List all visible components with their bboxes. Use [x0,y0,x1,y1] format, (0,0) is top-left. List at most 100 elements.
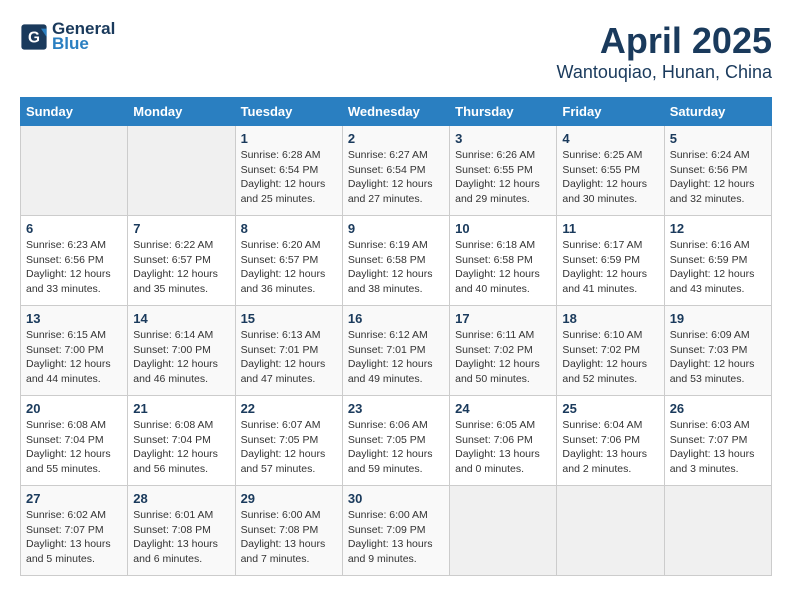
day-number: 16 [348,311,444,326]
cell-info: Sunrise: 6:05 AM Sunset: 7:06 PM Dayligh… [455,418,551,477]
calendar-cell: 25 Sunrise: 6:04 AM Sunset: 7:06 PM Dayli… [557,396,664,486]
day-number: 12 [670,221,766,236]
day-number: 23 [348,401,444,416]
calendar-cell: 5 Sunrise: 6:24 AM Sunset: 6:56 PM Daylig… [664,126,771,216]
cell-info: Sunrise: 6:00 AM Sunset: 7:09 PM Dayligh… [348,508,444,567]
calendar-cell: 1 Sunrise: 6:28 AM Sunset: 6:54 PM Daylig… [235,126,342,216]
weekday-header: Sunday [21,98,128,126]
day-number: 17 [455,311,551,326]
cell-info: Sunrise: 6:12 AM Sunset: 7:01 PM Dayligh… [348,328,444,387]
day-number: 1 [241,131,337,146]
cell-info: Sunrise: 6:15 AM Sunset: 7:00 PM Dayligh… [26,328,122,387]
weekday-header: Friday [557,98,664,126]
cell-info: Sunrise: 6:26 AM Sunset: 6:55 PM Dayligh… [455,148,551,207]
day-number: 5 [670,131,766,146]
calendar-cell: 29 Sunrise: 6:00 AM Sunset: 7:08 PM Dayli… [235,486,342,576]
cell-info: Sunrise: 6:13 AM Sunset: 7:01 PM Dayligh… [241,328,337,387]
cell-info: Sunrise: 6:27 AM Sunset: 6:54 PM Dayligh… [348,148,444,207]
calendar-cell: 16 Sunrise: 6:12 AM Sunset: 7:01 PM Dayli… [342,306,449,396]
calendar-cell: 14 Sunrise: 6:14 AM Sunset: 7:00 PM Dayli… [128,306,235,396]
calendar-cell: 21 Sunrise: 6:08 AM Sunset: 7:04 PM Dayli… [128,396,235,486]
calendar-cell: 10Sunrise: 6:18 AM Sunset: 6:58 PM Dayli… [450,216,557,306]
calendar-cell: 3Sunrise: 6:26 AM Sunset: 6:55 PM Daylig… [450,126,557,216]
day-number: 26 [670,401,766,416]
cell-info: Sunrise: 6:23 AM Sunset: 6:56 PM Dayligh… [26,238,122,297]
cell-info: Sunrise: 6:28 AM Sunset: 6:54 PM Dayligh… [241,148,337,207]
weekday-header: Thursday [450,98,557,126]
weekday-header: Tuesday [235,98,342,126]
day-number: 9 [348,221,444,236]
cell-info: Sunrise: 6:25 AM Sunset: 6:55 PM Dayligh… [562,148,658,207]
cell-info: Sunrise: 6:03 AM Sunset: 7:07 PM Dayligh… [670,418,766,477]
day-number: 11 [562,221,658,236]
calendar-cell [128,126,235,216]
svg-text:G: G [28,29,40,46]
calendar-cell: 17 Sunrise: 6:11 AM Sunset: 7:02 PM Dayli… [450,306,557,396]
calendar-cell: 8 Sunrise: 6:20 AM Sunset: 6:57 PM Daylig… [235,216,342,306]
cell-info: Sunrise: 6:19 AM Sunset: 6:58 PM Dayligh… [348,238,444,297]
location-title: Wantouqiao, Hunan, China [557,62,772,83]
cell-info: Sunrise: 6:09 AM Sunset: 7:03 PM Dayligh… [670,328,766,387]
cell-info: Sunrise: 6:06 AM Sunset: 7:05 PM Dayligh… [348,418,444,477]
day-number: 6 [26,221,122,236]
calendar-cell: 7 Sunrise: 6:22 AM Sunset: 6:57 PM Daylig… [128,216,235,306]
day-number: 21 [133,401,229,416]
day-number: 22 [241,401,337,416]
month-title: April 2025 [557,20,772,62]
day-number: 2 [348,131,444,146]
calendar-cell: 27 Sunrise: 6:02 AM Sunset: 7:07 PM Dayli… [21,486,128,576]
calendar-cell: 18 Sunrise: 6:10 AM Sunset: 7:02 PM Dayli… [557,306,664,396]
calendar-cell: 19 Sunrise: 6:09 AM Sunset: 7:03 PM Dayli… [664,306,771,396]
calendar-table: SundayMondayTuesdayWednesdayThursdayFrid… [20,97,772,576]
calendar-cell: 2 Sunrise: 6:27 AM Sunset: 6:54 PM Daylig… [342,126,449,216]
cell-info: Sunrise: 6:00 AM Sunset: 7:08 PM Dayligh… [241,508,337,567]
calendar-cell: 26 Sunrise: 6:03 AM Sunset: 7:07 PM Dayli… [664,396,771,486]
day-number: 27 [26,491,122,506]
cell-info: Sunrise: 6:17 AM Sunset: 6:59 PM Dayligh… [562,238,658,297]
calendar-cell: 9 Sunrise: 6:19 AM Sunset: 6:58 PM Daylig… [342,216,449,306]
calendar-cell [21,126,128,216]
cell-info: Sunrise: 6:14 AM Sunset: 7:00 PM Dayligh… [133,328,229,387]
day-number: 14 [133,311,229,326]
day-number: 4 [562,131,658,146]
cell-info: Sunrise: 6:18 AM Sunset: 6:58 PM Dayligh… [455,238,551,297]
calendar-cell: 28 Sunrise: 6:01 AM Sunset: 7:08 PM Dayli… [128,486,235,576]
day-number: 19 [670,311,766,326]
calendar-cell: 4 Sunrise: 6:25 AM Sunset: 6:55 PM Daylig… [557,126,664,216]
calendar-cell: 12 Sunrise: 6:16 AM Sunset: 6:59 PM Dayli… [664,216,771,306]
weekday-header: Monday [128,98,235,126]
calendar-cell: 11 Sunrise: 6:17 AM Sunset: 6:59 PM Dayli… [557,216,664,306]
cell-info: Sunrise: 6:08 AM Sunset: 7:04 PM Dayligh… [133,418,229,477]
cell-info: Sunrise: 6:20 AM Sunset: 6:57 PM Dayligh… [241,238,337,297]
calendar-cell: 6 Sunrise: 6:23 AM Sunset: 6:56 PM Daylig… [21,216,128,306]
weekday-header: Wednesday [342,98,449,126]
cell-info: Sunrise: 6:02 AM Sunset: 7:07 PM Dayligh… [26,508,122,567]
calendar-cell: 15 Sunrise: 6:13 AM Sunset: 7:01 PM Dayli… [235,306,342,396]
logo-icon: G [20,23,48,51]
day-number: 20 [26,401,122,416]
day-number: 15 [241,311,337,326]
cell-info: Sunrise: 6:01 AM Sunset: 7:08 PM Dayligh… [133,508,229,567]
cell-info: Sunrise: 6:22 AM Sunset: 6:57 PM Dayligh… [133,238,229,297]
calendar-cell: 23 Sunrise: 6:06 AM Sunset: 7:05 PM Dayli… [342,396,449,486]
logo: G General Blue [20,20,115,53]
calendar-cell: 13 Sunrise: 6:15 AM Sunset: 7:00 PM Dayli… [21,306,128,396]
cell-info: Sunrise: 6:11 AM Sunset: 7:02 PM Dayligh… [455,328,551,387]
day-number: 28 [133,491,229,506]
weekday-header: Saturday [664,98,771,126]
day-number: 25 [562,401,658,416]
day-number: 18 [562,311,658,326]
cell-info: Sunrise: 6:04 AM Sunset: 7:06 PM Dayligh… [562,418,658,477]
day-number: 24 [455,401,551,416]
day-number: 8 [241,221,337,236]
calendar-cell [664,486,771,576]
day-number: 13 [26,311,122,326]
calendar-cell [450,486,557,576]
day-number: 29 [241,491,337,506]
cell-info: Sunrise: 6:10 AM Sunset: 7:02 PM Dayligh… [562,328,658,387]
cell-info: Sunrise: 6:07 AM Sunset: 7:05 PM Dayligh… [241,418,337,477]
day-number: 7 [133,221,229,236]
cell-info: Sunrise: 6:24 AM Sunset: 6:56 PM Dayligh… [670,148,766,207]
cell-info: Sunrise: 6:08 AM Sunset: 7:04 PM Dayligh… [26,418,122,477]
cell-info: Sunrise: 6:16 AM Sunset: 6:59 PM Dayligh… [670,238,766,297]
